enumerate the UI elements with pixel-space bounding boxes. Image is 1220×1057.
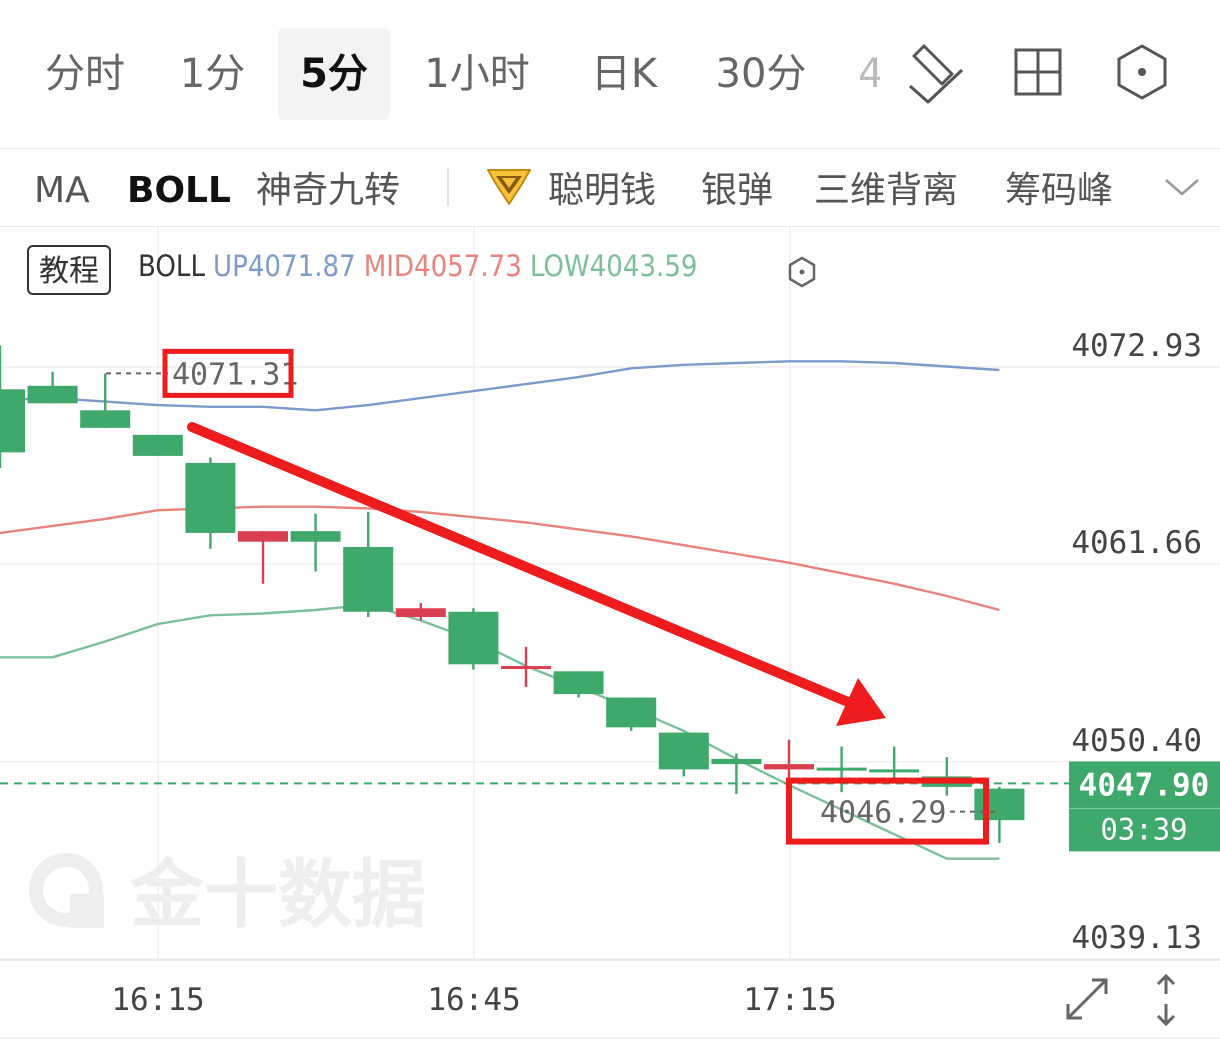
y-tick-label: 4061.66	[1071, 525, 1202, 561]
annotations: 4047.90 03:39 4071.31 4046.29	[0, 348, 1220, 852]
legend-boll-up: UP4071.87	[212, 249, 356, 283]
candle-body	[343, 546, 394, 612]
legend-settings-icon[interactable]	[786, 256, 818, 288]
candle	[395, 602, 446, 621]
candlestick-chart[interactable]: 金十数据 4047.9003:394071.314046.29 4072.934…	[0, 0, 1220, 1057]
candle	[658, 732, 709, 777]
candle	[764, 739, 814, 779]
y-axis: 4072.93 4061.66 4050.40 4039.13	[1071, 328, 1202, 956]
high-price-label: 4071.31	[172, 357, 298, 392]
candle	[0, 345, 25, 469]
candle	[711, 753, 762, 794]
candle	[343, 511, 394, 618]
candle-body	[290, 531, 341, 542]
boll-legend: BOLL UP4071.87 MID4057.73 LOW4043.59	[138, 249, 706, 283]
candle-body	[869, 769, 920, 773]
legend-boll-low: LOW4043.59	[529, 249, 698, 283]
current-price-label: 4047.90	[1079, 767, 1210, 803]
candle	[553, 671, 604, 698]
candle-body	[711, 758, 762, 765]
x-axis: 16:15 16:45 17:15	[111, 982, 836, 1018]
candle-body	[501, 666, 551, 670]
boll-up-line	[0, 360, 1000, 412]
candle	[27, 371, 78, 404]
candle-body	[395, 608, 446, 618]
candle-body	[974, 788, 1025, 821]
vertical-scale-icon[interactable]	[1156, 973, 1176, 1027]
candle-series	[0, 345, 1025, 843]
candle	[290, 513, 341, 572]
y-tick-label: 4039.13	[1071, 920, 1202, 956]
x-tick-label: 17:15	[743, 982, 836, 1018]
x-tick-label: 16:15	[111, 982, 204, 1018]
watermark-text: 金十数据	[130, 852, 426, 938]
candle	[238, 531, 288, 584]
candle	[132, 434, 183, 456]
fullscreen-icon[interactable]	[1066, 978, 1108, 1020]
candle	[921, 757, 972, 796]
candle	[185, 457, 236, 549]
candle-body	[448, 611, 499, 665]
low-price-label: 4046.29	[820, 796, 946, 831]
candle-body	[658, 732, 709, 770]
tutorial-button[interactable]: 教程	[27, 245, 111, 295]
candle-body	[764, 764, 814, 770]
candle-body	[816, 767, 867, 771]
candle-body	[27, 385, 78, 404]
y-tick-label: 4072.93	[1071, 328, 1202, 364]
y-tick-label: 4050.40	[1071, 723, 1202, 759]
candle-body	[132, 434, 183, 456]
candle-body	[185, 462, 236, 533]
candle	[974, 786, 1025, 843]
countdown-label: 03:39	[1100, 812, 1187, 846]
watermark-logo-icon	[29, 853, 104, 928]
candle-body	[238, 531, 288, 542]
candle	[501, 646, 551, 688]
candle-body	[606, 697, 657, 728]
legend-boll-mid: MID4057.73	[363, 249, 522, 283]
candle-body	[553, 671, 604, 695]
candle	[448, 608, 499, 670]
x-tick-label: 16:45	[427, 982, 520, 1018]
legend-boll-name: BOLL	[138, 249, 205, 283]
candle-body	[0, 389, 25, 453]
candle	[606, 697, 657, 731]
candle	[816, 746, 867, 793]
candle-body	[80, 410, 131, 428]
